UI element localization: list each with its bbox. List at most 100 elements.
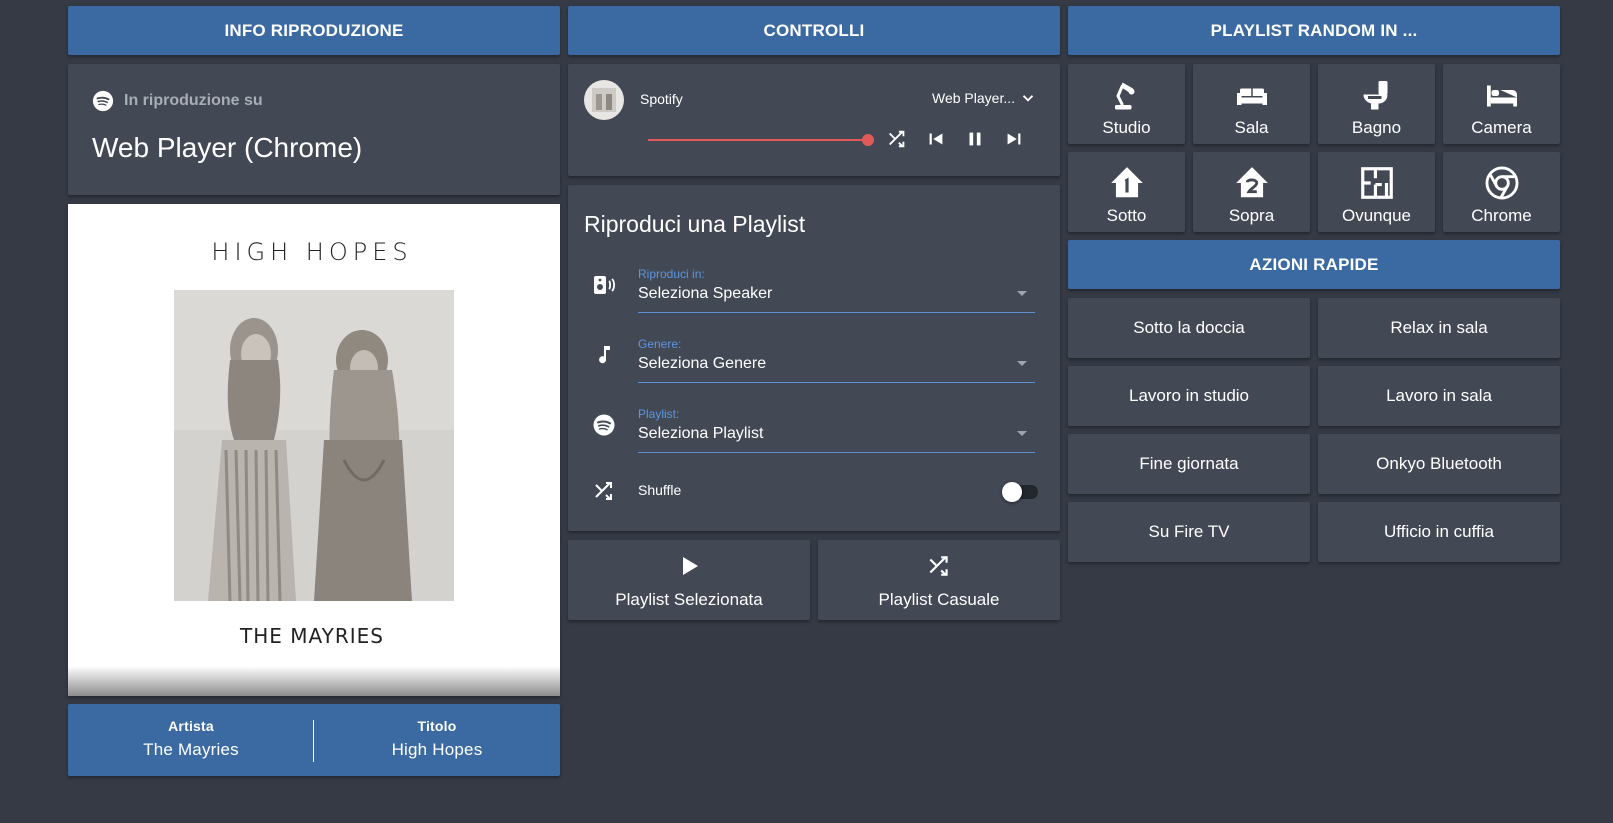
genre-select-row: Genere: Seleziona Genere <box>568 331 1046 391</box>
info-header-label: INFO RIPRODUZIONE <box>224 20 404 40</box>
play-selected-button[interactable]: Playlist Selezionata <box>568 540 810 620</box>
now-playing-card: In riproduzione su Web Player (Chrome) <box>68 64 560 195</box>
chevron-down-icon <box>1022 95 1034 102</box>
title-block: Titolo High Hopes <box>314 718 560 760</box>
album-photo <box>174 290 454 601</box>
room-tile-chrome[interactable]: Chrome <box>1443 152 1560 232</box>
shuffle-icon <box>595 482 612 500</box>
player-thumbnail[interactable] <box>584 80 624 120</box>
floor-plan-icon <box>1360 167 1393 199</box>
title-label: Titolo <box>417 718 457 734</box>
shuffle-icon <box>929 556 948 576</box>
quick-action-button[interactable]: Lavoro in sala <box>1318 366 1560 426</box>
room-label-ovunque: Ovunque <box>1342 206 1411 225</box>
quick-action-button[interactable]: Fine giornata <box>1068 434 1310 494</box>
play-icon <box>683 557 698 575</box>
now-playing-device: Web Player (Chrome) <box>92 132 363 163</box>
shuffle-toggle[interactable] <box>1002 482 1038 502</box>
quick-action-button[interactable]: Onkyo Bluetooth <box>1318 434 1560 494</box>
speaker-select-label: Riproduci in: <box>638 267 705 281</box>
room-label-sopra: Sopra <box>1228 206 1275 225</box>
artist-block: Artista The Mayries <box>68 718 314 760</box>
controls-header-label: CONTROLLI <box>763 20 865 40</box>
genre-select-label: Genere: <box>638 337 682 351</box>
sofa-icon <box>1236 88 1267 105</box>
output-select-value: Web Player... <box>932 90 1016 106</box>
room-tile-sala[interactable]: Sala <box>1193 64 1310 144</box>
playlist-form-card: Riproduci una Playlist Riproduci in: Sel… <box>568 185 1060 531</box>
room-label-camera: Camera <box>1471 118 1532 137</box>
room-tile-camera[interactable]: Camera <box>1443 64 1560 144</box>
quick-action-button[interactable]: Ufficio in cuffia <box>1318 502 1560 562</box>
desk-lamp-icon <box>1114 82 1134 110</box>
quick-actions-header: AZIONI RAPIDE <box>1068 240 1560 289</box>
previous-track-icon[interactable] <box>925 128 947 150</box>
info-header: INFO RIPRODUZIONE <box>68 6 560 55</box>
artist-value: The Mayries <box>143 740 239 759</box>
thumbnail-image <box>592 88 616 112</box>
room-tile-ovunque[interactable]: Ovunque <box>1318 152 1435 232</box>
home-floor-2-icon <box>1235 167 1268 198</box>
shuffle-label: Shuffle <box>638 482 682 498</box>
music-note-icon <box>599 346 610 364</box>
speaker-select-value: Seleziona Speaker <box>638 285 773 302</box>
room-tile-bagno[interactable]: Bagno <box>1318 64 1435 144</box>
room-label-studio: Studio <box>1102 118 1151 137</box>
room-tile-sotto[interactable]: Sotto <box>1068 152 1185 232</box>
quick-action-button[interactable]: Lavoro in studio <box>1068 366 1310 426</box>
track-info-bar: Artista The Mayries Titolo High Hopes <box>68 704 560 776</box>
speaker-select-row: Riproduci in: Seleziona Speaker <box>568 261 1046 321</box>
playlist-select-label: Playlist: <box>638 407 680 421</box>
playlist-form-title: Riproduci una Playlist <box>584 211 806 237</box>
dropdown-caret-icon <box>1017 361 1027 366</box>
media-player-card: Spotify Web Player... <box>568 64 1060 176</box>
chrome-icon <box>1485 166 1518 200</box>
shuffle-toggle-knob <box>1002 482 1022 502</box>
home-floor-1-icon <box>1110 167 1143 198</box>
room-label-sala: Sala <box>1234 118 1269 137</box>
quick-action-button[interactable]: Relax in sala <box>1318 298 1560 358</box>
genre-select-value: Seleziona Genere <box>638 355 767 372</box>
speaker-icon <box>594 276 615 294</box>
title-value: High Hopes <box>391 740 483 759</box>
output-select[interactable]: Web Player... <box>932 89 1037 107</box>
quick-action-button[interactable]: Su Fire TV <box>1068 502 1310 562</box>
speaker-select[interactable]: Riproduci in: Seleziona Speaker <box>638 261 1035 313</box>
playlist-select-value: Seleziona Playlist <box>638 425 764 442</box>
progress-knob[interactable] <box>862 134 874 146</box>
play-selected-label: Playlist Selezionata <box>615 590 763 609</box>
album-art-artist: THE MAYRIES <box>240 624 384 648</box>
room-label-bagno: Bagno <box>1351 118 1402 137</box>
room-tile-studio[interactable]: Studio <box>1068 64 1185 144</box>
quick-action-button[interactable]: Sotto la doccia <box>1068 298 1310 358</box>
random-header: PLAYLIST RANDOM IN ... <box>1068 6 1560 55</box>
dropdown-caret-icon <box>1017 291 1027 296</box>
genre-select[interactable]: Genere: Seleziona Genere <box>638 331 1035 383</box>
toilet-icon <box>1363 81 1387 110</box>
artist-label: Artista <box>168 718 214 734</box>
controls-header: CONTROLLI <box>568 6 1060 55</box>
player-source: Spotify <box>640 91 683 107</box>
spotify-icon <box>593 414 615 436</box>
room-label-chrome: Chrome <box>1471 206 1532 225</box>
shuffle-icon[interactable] <box>886 128 908 150</box>
bed-icon <box>1486 85 1517 107</box>
album-art-title: HIGH HOPES <box>211 238 413 266</box>
room-label-sotto: Sotto <box>1106 206 1147 225</box>
progress-fill <box>648 139 868 141</box>
dropdown-caret-icon <box>1017 431 1027 436</box>
play-random-label: Playlist Casuale <box>878 590 1000 609</box>
next-track-icon[interactable] <box>1003 128 1025 150</box>
album-art-gradient <box>68 666 560 696</box>
spotify-icon <box>92 90 114 112</box>
random-header-label: PLAYLIST RANDOM IN ... <box>1210 20 1418 40</box>
quick-actions-header-label: AZIONI RAPIDE <box>1249 254 1379 274</box>
playlist-select-row: Playlist: Seleziona Playlist <box>568 401 1046 461</box>
now-playing-label: In riproduzione su <box>124 92 263 109</box>
pause-icon[interactable] <box>964 128 986 150</box>
play-random-button[interactable]: Playlist Casuale <box>818 540 1060 620</box>
room-tile-sopra[interactable]: Sopra <box>1193 152 1310 232</box>
playlist-select[interactable]: Playlist: Seleziona Playlist <box>638 401 1035 453</box>
progress-track[interactable] <box>648 134 874 146</box>
shuffle-row: Shuffle <box>568 471 1060 511</box>
